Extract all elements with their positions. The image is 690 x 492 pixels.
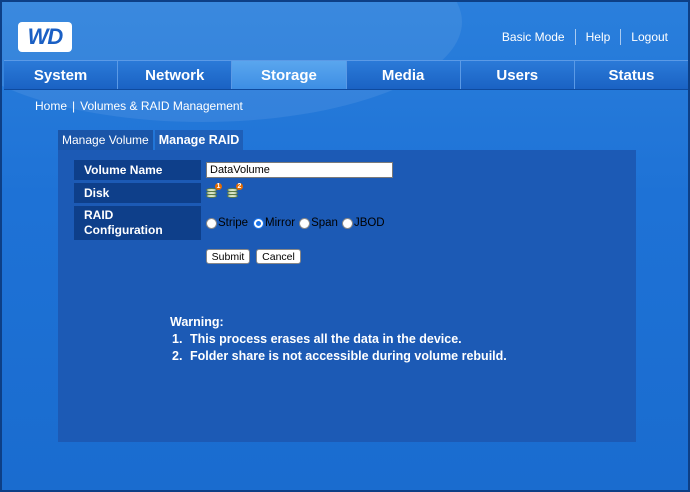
raid-label-line1: RAID: [84, 208, 114, 222]
disk-icon[interactable]: 1: [206, 183, 222, 198]
tab-media[interactable]: Media: [346, 61, 461, 89]
main-nav: System Network Storage Media Users Statu…: [4, 60, 688, 90]
tab-users[interactable]: Users: [460, 61, 575, 89]
raid-option-jbod[interactable]: JBOD: [341, 217, 385, 229]
volume-name-input[interactable]: [206, 162, 393, 178]
tab-status[interactable]: Status: [574, 61, 688, 89]
warning-block: Warning: 1. This process erases all the d…: [170, 314, 507, 365]
radio-jbod[interactable]: [341, 217, 353, 229]
warning-item-text: Folder share is not accessible during vo…: [190, 349, 507, 363]
disk-label: Disk: [74, 183, 201, 203]
disk-platter: [227, 194, 238, 198]
raid-label-line2: Configuration: [84, 223, 163, 237]
disk-number-badge: 1: [215, 183, 222, 190]
app-window: WD Basic Mode Help Logout System Network…: [0, 0, 690, 492]
raid-option-label: JBOD: [353, 217, 385, 229]
top-links: Basic Mode Help Logout: [492, 29, 678, 45]
warning-item: 2. Folder share is not accessible during …: [170, 348, 507, 365]
breadcrumb: Home | Volumes & RAID Management: [35, 99, 243, 113]
warning-item-number: 1.: [172, 332, 183, 346]
raid-option-label: Mirror: [265, 217, 296, 229]
wd-logo[interactable]: WD: [18, 22, 72, 52]
subtab-manage-raid[interactable]: Manage RAID: [154, 130, 244, 150]
warning-item-number: 2.: [172, 349, 183, 363]
raid-option-span[interactable]: Span: [299, 217, 338, 229]
help-link[interactable]: Help: [576, 30, 621, 44]
warning-item: 1. This process erases all the data in th…: [170, 331, 507, 348]
radio-stripe[interactable]: [206, 217, 217, 229]
subtab-manage-volume[interactable]: Manage Volume: [58, 130, 153, 150]
cancel-button[interactable]: Cancel: [256, 249, 301, 264]
breadcrumb-home[interactable]: Home: [35, 99, 67, 113]
raid-option-mirror[interactable]: Mirror: [253, 217, 295, 229]
raid-options: Stripe Mirror Span JBOD: [206, 217, 385, 229]
breadcrumb-separator: |: [72, 99, 76, 113]
basic-mode-link[interactable]: Basic Mode: [492, 30, 575, 44]
tab-network[interactable]: Network: [118, 61, 233, 89]
tab-storage[interactable]: Storage: [232, 61, 347, 89]
radio-span[interactable]: [299, 217, 311, 229]
raid-option-stripe[interactable]: Stripe: [206, 217, 248, 229]
disk-list: 1 2: [206, 183, 243, 198]
disk-platter: [206, 194, 217, 198]
disk-number-badge: 2: [236, 183, 243, 190]
warning-list: 1. This process erases all the data in th…: [170, 331, 507, 365]
breadcrumb-current: Volumes & RAID Management: [80, 99, 243, 113]
logout-link[interactable]: Logout: [621, 30, 678, 44]
manage-raid-panel: Volume Name Disk 1 2 RAID Configuration: [58, 150, 636, 442]
raid-option-label: Span: [311, 217, 338, 229]
raid-option-label: Stripe: [218, 217, 249, 229]
disk-icon[interactable]: 2: [227, 183, 243, 198]
submit-button[interactable]: Submit: [206, 249, 250, 264]
radio-mirror[interactable]: [253, 217, 265, 229]
subtabs: Manage Volume Manage RAID: [58, 130, 244, 150]
tab-system[interactable]: System: [4, 61, 119, 89]
volume-name-label: Volume Name: [74, 160, 201, 180]
warning-item-text: This process erases all the data in the …: [190, 332, 462, 346]
raid-config-label: RAID Configuration: [74, 206, 201, 240]
warning-title: Warning:: [170, 315, 224, 329]
